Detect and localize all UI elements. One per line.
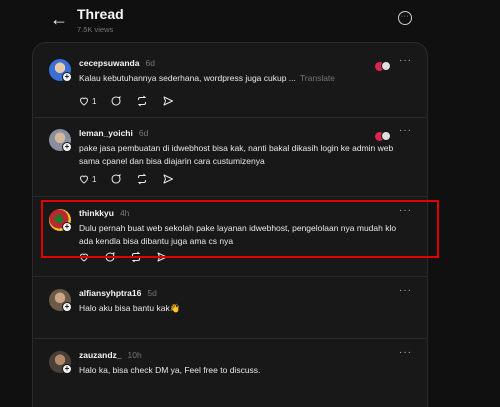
post-text: Halo ka, bisa check DM ya, Feel free to …: [79, 365, 261, 375]
follow-plus-icon[interactable]: +: [62, 72, 72, 82]
thread-header: ← Thread 7.5K views ···: [0, 0, 500, 40]
divider: [32, 338, 428, 339]
repost-button[interactable]: [136, 173, 148, 185]
post-more-icon[interactable]: ···: [399, 55, 412, 66]
repost-button[interactable]: [136, 95, 148, 107]
like-count: 1: [92, 96, 97, 106]
like-button[interactable]: 1: [78, 173, 96, 185]
post-actions: 1: [78, 94, 188, 108]
reactor-avatars: [375, 61, 391, 71]
like-button[interactable]: 1: [78, 95, 96, 107]
reply-post: + leman_yoichi 6d pake jasa pembuatan di …: [32, 118, 428, 200]
reply-button[interactable]: [110, 173, 122, 185]
share-button[interactable]: [162, 173, 174, 185]
follow-plus-icon[interactable]: +: [62, 302, 72, 312]
comment-icon: [111, 96, 122, 106]
post-text: Halo aku bisa bantu kak👋: [79, 303, 181, 313]
share-button[interactable]: [162, 95, 174, 107]
more-options-icon[interactable]: ···: [398, 11, 412, 25]
reactor-avatars: [375, 131, 391, 141]
post-time: 6d: [138, 128, 149, 138]
back-arrow-icon[interactable]: ←: [48, 8, 70, 30]
view-count: 7.5K views: [77, 25, 114, 34]
divider: [32, 196, 428, 197]
follow-plus-icon[interactable]: +: [62, 142, 72, 152]
send-icon: [163, 96, 174, 106]
post-text: pake jasa pembuatan di idwebhost bisa ka…: [79, 143, 394, 166]
post-time: 10h: [127, 350, 142, 360]
username[interactable]: leman_yoichi 6d: [79, 128, 148, 138]
post-more-icon[interactable]: ···: [399, 125, 412, 136]
send-icon: [163, 174, 174, 184]
reply-post: + cecepsuwanda 6d Kalau kebutuhannya sede…: [32, 48, 428, 120]
post-text: Kalau kebutuhannya sederhana, wordpress …: [79, 73, 336, 83]
follow-plus-icon[interactable]: +: [62, 364, 72, 374]
repost-icon: [138, 95, 147, 107]
post-time: 5d: [147, 288, 157, 298]
post-actions: 1: [78, 172, 188, 186]
reply-button[interactable]: [110, 95, 122, 107]
post-more-icon[interactable]: ···: [399, 347, 412, 358]
repost-icon: [138, 173, 147, 185]
like-count: 1: [92, 174, 97, 184]
username[interactable]: zauzandz_ 10h: [79, 350, 142, 360]
comment-icon: [111, 174, 122, 184]
post-time: 6d: [145, 58, 155, 68]
heart-icon: [79, 175, 89, 184]
post-more-icon[interactable]: ···: [399, 285, 412, 296]
reply-post: + zauzandz_ 10h Halo ka, bisa check DM ya…: [32, 340, 428, 407]
username[interactable]: alfiansyhptra16 5d: [79, 288, 157, 298]
divider: [32, 276, 428, 277]
translate-link[interactable]: Translate: [300, 73, 335, 83]
highlight-box: [41, 200, 439, 258]
page-title: Thread: [77, 6, 124, 22]
username[interactable]: cecepsuwanda 6d: [79, 58, 155, 68]
heart-icon: [79, 97, 89, 106]
